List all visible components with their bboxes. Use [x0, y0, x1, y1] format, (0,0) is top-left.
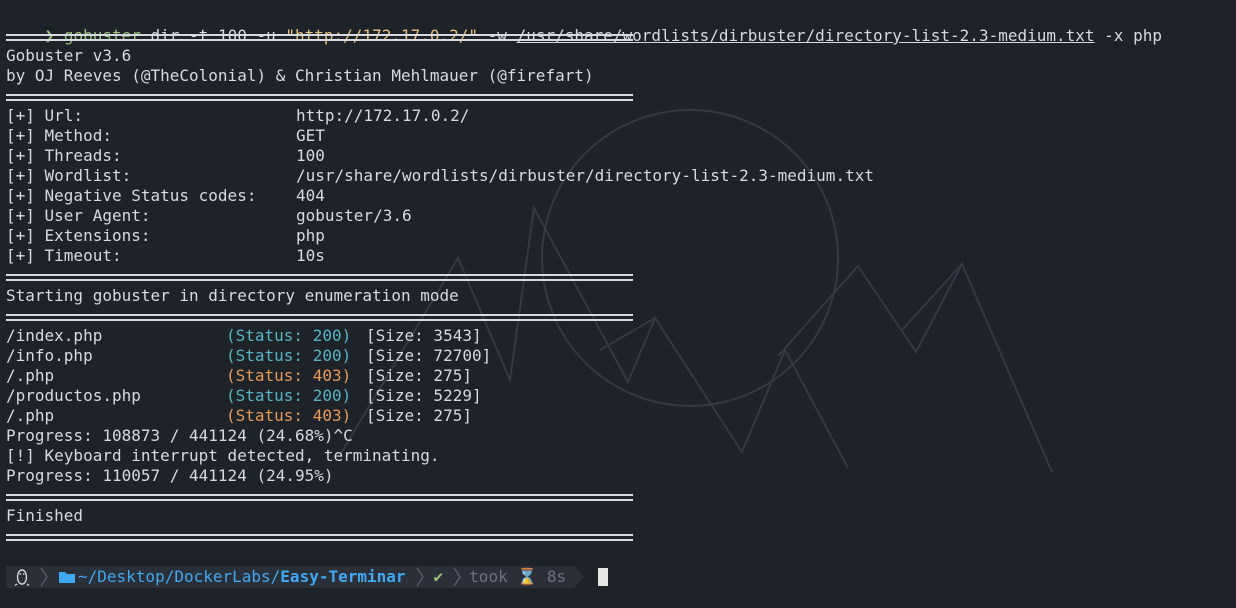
result-status: (Status: 200): [226, 386, 352, 405]
config-value: 404: [296, 186, 325, 205]
separator: [6, 314, 633, 321]
config-value: http://172.17.0.2/: [296, 106, 470, 125]
result-size: [Size: 72700]: [366, 346, 492, 365]
result-size: [Size: 275]: [366, 406, 472, 425]
result-status: (Status: 200): [226, 326, 352, 345]
result-size: [Size: 3543]: [366, 326, 482, 345]
config-label: [+] Wordlist:: [6, 166, 132, 185]
config-value: 10s: [296, 246, 325, 265]
finished-message: Finished: [6, 506, 84, 525]
result-status: (Status: 403): [226, 366, 352, 385]
folder-icon: [59, 572, 75, 583]
prompt-divider-icon: [409, 566, 430, 588]
config-row: [+] Negative Status codes: 404: [6, 186, 325, 206]
command-extension-args: -x php: [1094, 26, 1162, 45]
result-path: /index.php: [6, 326, 103, 345]
terminal-window[interactable]: ❯ gobuster dir -t 100 -u "http://172.17.…: [0, 0, 1236, 608]
banner-title: Gobuster v3.6: [6, 46, 132, 65]
config-value: /usr/share/wordlists/dirbuster/directory…: [296, 166, 874, 185]
linux-icon: [14, 569, 30, 586]
hourglass-icon: ⌛: [517, 567, 538, 586]
result-status: (Status: 200): [226, 346, 352, 365]
config-label: [+] User Agent:: [6, 206, 151, 225]
result-row: /info.php (Status: 200) [Size: 72700]: [6, 346, 491, 366]
status-segment: ✔: [429, 566, 448, 588]
config-value: gobuster/3.6: [296, 206, 412, 225]
separator: [6, 274, 633, 281]
mode-message: Starting gobuster in directory enumerati…: [6, 286, 459, 305]
prompt-divider-icon: [34, 566, 54, 588]
os-segment: [6, 566, 34, 588]
banner-authors: by OJ Reeves (@TheColonial) & Christian …: [6, 66, 594, 85]
result-path: /productos.php: [6, 386, 141, 405]
separator: [6, 34, 633, 41]
config-label: [+] Timeout:: [6, 246, 122, 265]
shell-prompt[interactable]: ~/Desktop/DockerLabs/Easy-Terminar ✔ too…: [6, 566, 609, 588]
separator: [6, 494, 633, 501]
config-row: [+] User Agent: gobuster/3.6: [6, 206, 412, 226]
config-value: php: [296, 226, 325, 245]
result-path: /.php: [6, 366, 55, 385]
result-row: /productos.php (Status: 200) [Size: 5229]: [6, 386, 482, 406]
progress-line: Progress: 108873 / 441124 (24.68%)^C: [6, 426, 353, 445]
text-cursor[interactable]: [598, 568, 609, 586]
progress-line: Progress: 110057 / 441124 (24.95%): [6, 466, 334, 485]
path-segment: ~/Desktop/DockerLabs/Easy-Terminar: [54, 566, 410, 588]
result-row: /index.php (Status: 200) [Size: 3543]: [6, 326, 482, 346]
result-row: /.php (Status: 403) [Size: 275]: [6, 406, 472, 426]
config-value: 100: [296, 146, 325, 165]
took-label: took: [469, 567, 508, 586]
config-label: [+] Negative Status codes:: [6, 186, 257, 205]
config-label: [+] Url:: [6, 106, 84, 125]
command-line: ❯ gobuster dir -t 100 -u "http://172.17.…: [6, 6, 1162, 45]
config-row: [+] Method: GET: [6, 126, 325, 146]
result-size: [Size: 275]: [366, 366, 472, 385]
result-path: /.php: [6, 406, 55, 425]
prompt-end-arrow-icon: [574, 566, 585, 588]
config-label: [+] Method:: [6, 126, 112, 145]
config-row: [+] Extensions: php: [6, 226, 325, 246]
config-row: [+] Wordlist: /usr/share/wordlists/dirbus…: [6, 166, 874, 186]
result-size: [Size: 5229]: [366, 386, 482, 405]
config-row: [+] Threads: 100: [6, 146, 325, 166]
config-label: [+] Threads:: [6, 146, 122, 165]
config-value: GET: [296, 126, 325, 145]
duration-value: 8s: [546, 567, 567, 586]
interrupt-message: [!] Keyboard interrupt detected, termina…: [6, 446, 440, 465]
prompt-divider-icon: [447, 566, 468, 588]
separator: [6, 94, 633, 101]
path-prefix: ~/Desktop/DockerLabs/: [78, 567, 281, 586]
config-row: [+] Url: http://172.17.0.2/: [6, 106, 469, 126]
result-status: (Status: 403): [226, 406, 352, 425]
result-row: /.php (Status: 403) [Size: 275]: [6, 366, 472, 386]
separator: [6, 534, 633, 541]
result-path: /info.php: [6, 346, 93, 365]
config-label: [+] Extensions:: [6, 226, 151, 245]
config-row: [+] Timeout: 10s: [6, 246, 325, 266]
success-check-icon: ✔: [433, 567, 444, 586]
duration-segment: took ⌛ 8s: [467, 566, 575, 588]
path-current: Easy-Terminar: [280, 567, 406, 586]
